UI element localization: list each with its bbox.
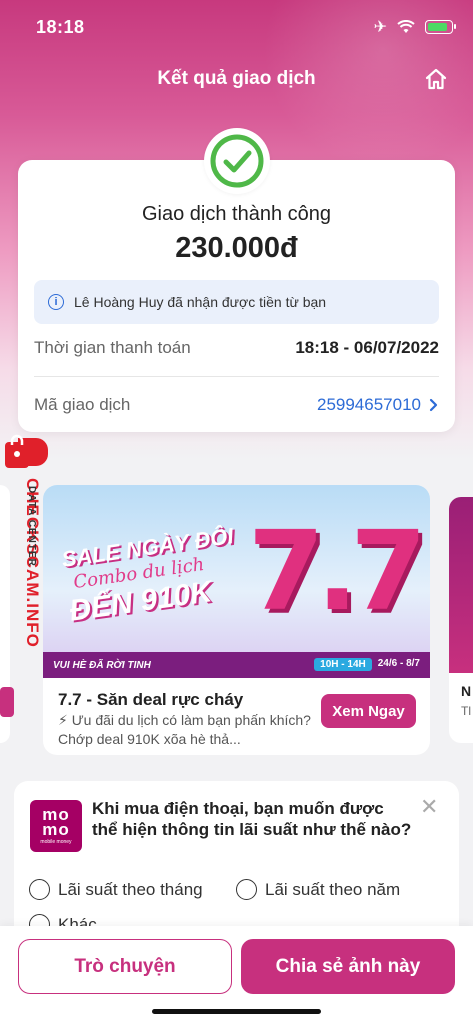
radio-button[interactable] [29, 879, 50, 900]
chat-button[interactable]: Trò chuyện [18, 939, 232, 994]
logo-caption: mobile money [40, 839, 72, 845]
success-check-icon [210, 134, 264, 188]
next-card-desc: Tl bạ [461, 704, 473, 718]
watermark: CHECKSCAM.INFO DATA CENTER [2, 478, 42, 678]
airplane-icon: ✈ [373, 19, 387, 36]
status-icons: ✈ [373, 17, 456, 37]
banner-dates: 24/6 - 8/7 [377, 658, 420, 669]
transaction-id-label: Mã giao dịch [34, 395, 131, 414]
lock-icon [5, 434, 48, 468]
transaction-amount: 230.000đ [175, 232, 298, 264]
payment-time-label: Thời gian thanh toán [34, 338, 191, 357]
divider [34, 376, 439, 377]
view-now-button[interactable]: Xem Ngay [321, 694, 416, 728]
logo-text-bottom: mo [42, 820, 70, 839]
payment-time-row: Thời gian thanh toán 18:18 - 06/07/2022 [34, 338, 439, 358]
survey-option-monthly[interactable]: Lãi suất theo tháng [29, 879, 203, 900]
promo-title: 7.7 - Săn deal rực cháy [58, 690, 244, 709]
close-icon[interactable]: ✕ [420, 794, 438, 820]
page-title: Kết quả giao dịch [157, 68, 316, 89]
momo-logo: mo mo mobile money [30, 800, 82, 852]
carousel-card-next[interactable]: N Tl bạ [449, 497, 473, 743]
transaction-status: Giao dịch thành công [141, 203, 332, 225]
home-indicator [152, 1009, 321, 1014]
transaction-id-value: 25994657010 [316, 395, 421, 414]
radio-button[interactable] [236, 879, 257, 900]
survey-option-label: Lãi suất theo năm [265, 879, 401, 899]
wifi-icon [397, 20, 415, 33]
survey-option-yearly[interactable]: Lãi suất theo năm [236, 879, 400, 900]
status-bar: 18:18 ✈ [0, 0, 473, 56]
promo-banner-image[interactable]: SALE NGÀY ĐÔI Combo du lịch ĐẾN 910K 7.7… [43, 485, 430, 678]
info-icon: i [48, 294, 64, 310]
transaction-id-row[interactable]: Mã giao dịch 25994657010 [34, 395, 439, 415]
next-card-title: N [461, 683, 472, 699]
next-card-image [449, 497, 473, 673]
transaction-id-link[interactable]: 25994657010 [317, 395, 439, 415]
banner-footer-left: VUI HÈ ĐÃ RỜI TINH [53, 659, 151, 671]
success-check-badge [204, 128, 270, 194]
share-image-button[interactable]: Chia sẻ ảnh này [241, 939, 455, 994]
home-icon[interactable] [423, 66, 449, 92]
banner-time: 10H - 14H [314, 658, 372, 671]
survey-option-label: Lãi suất theo tháng [58, 879, 203, 899]
status-time: 18:18 [36, 17, 85, 37]
info-message: Lê Hoàng Huy đã nhận được tiền từ bạn [74, 294, 327, 310]
promo-description: ⚡ Ưu đãi du lịch có làm bạn phấn khích? … [58, 712, 311, 747]
banner-footer: VUI HÈ ĐÃ RỜI TINH 10H - 14H 24/6 - 8/7 [43, 652, 430, 678]
watermark-subtext: DATA CENTER [26, 486, 37, 567]
chevron-right-icon [429, 398, 438, 412]
survey-question: Khi mua điện thoại, bạn muốn được thể hi… [92, 799, 412, 839]
battery-icon [425, 20, 456, 34]
banner-big-number: 7.7 [248, 507, 427, 635]
info-message-box: i Lê Hoàng Huy đã nhận được tiền từ bạn [34, 280, 439, 324]
payment-time-value: 18:18 - 06/07/2022 [295, 338, 439, 357]
